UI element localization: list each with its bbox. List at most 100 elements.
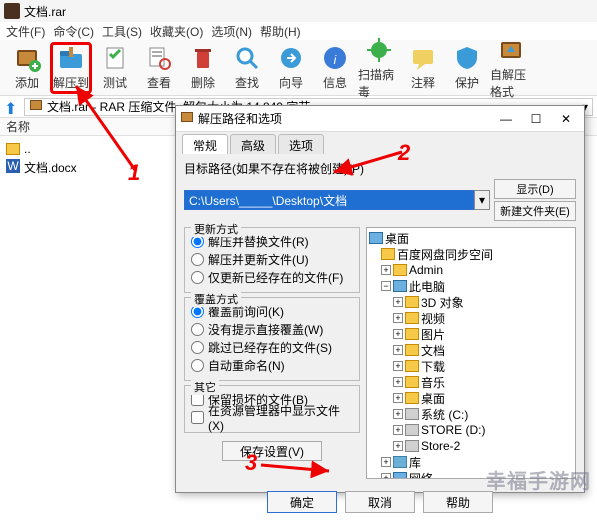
ok-button[interactable]: 确定 xyxy=(267,491,337,513)
expander-icon[interactable]: + xyxy=(393,377,403,387)
view-button[interactable]: 查看 xyxy=(138,42,180,94)
tree-desktop2: +桌面 xyxy=(369,390,573,406)
expander-icon[interactable]: + xyxy=(393,409,403,419)
tree-documents: +文档 xyxy=(369,342,573,358)
expander-icon[interactable]: + xyxy=(393,361,403,371)
documents-icon xyxy=(405,344,419,356)
target-path-input[interactable] xyxy=(184,190,474,210)
extract-to-button[interactable]: 解压到 xyxy=(50,42,92,94)
menu-tools[interactable]: 工具(S) xyxy=(102,23,142,40)
test-button[interactable]: 测试 xyxy=(94,42,136,94)
radio-freshen[interactable]: 仅更新已经存在的文件(F) xyxy=(191,268,353,286)
save-settings-button[interactable]: 保存设置(V) xyxy=(222,441,322,461)
expander-icon[interactable]: + xyxy=(393,297,403,307)
title-bar: 文档.rar xyxy=(0,0,597,22)
tree-3d: +3D 对象 xyxy=(369,294,573,310)
tab-advanced[interactable]: 高级 xyxy=(230,134,276,154)
file-name: 文档.docx xyxy=(24,159,77,176)
info-button[interactable]: i 信息 xyxy=(314,42,356,94)
tree-downloads: +下载 xyxy=(369,358,573,374)
dropdown-icon[interactable]: ▾ xyxy=(474,190,490,210)
info-icon: i xyxy=(321,44,349,72)
expander-icon[interactable]: + xyxy=(393,425,403,435)
cancel-button[interactable]: 取消 xyxy=(345,491,415,513)
delete-button[interactable]: 删除 xyxy=(182,42,224,94)
shield-icon xyxy=(453,44,481,72)
app-icon xyxy=(4,3,20,19)
expander-icon[interactable]: + xyxy=(393,441,403,451)
radio-rename[interactable]: 自动重命名(N) xyxy=(191,356,353,374)
radio-overwrite[interactable]: 没有提示直接覆盖(W) xyxy=(191,320,353,338)
protect-button[interactable]: 保护 xyxy=(446,42,488,94)
expander-icon[interactable]: + xyxy=(381,265,391,275)
drive-icon xyxy=(405,424,419,436)
col-name: 名称 xyxy=(6,118,30,135)
view-icon xyxy=(145,44,173,72)
tree-desktop: 桌面 xyxy=(369,230,573,246)
overwrite-mode-group: 覆盖方式 覆盖前询问(K) 没有提示直接覆盖(W) 跳过已经存在的文件(S) 自… xyxy=(184,297,360,381)
expander-icon[interactable]: + xyxy=(393,329,403,339)
expander-icon[interactable]: + xyxy=(393,393,403,403)
check-show-explorer[interactable]: 在资源管理器中显示文件(X) xyxy=(191,408,353,426)
docx-icon: W xyxy=(6,159,20,176)
folder-icon xyxy=(405,296,419,308)
dialog-title: 解压路径和选项 xyxy=(198,110,282,127)
folder-tree[interactable]: 桌面 百度网盘同步空间 +Admin −此电脑 +3D 对象 +视频 +图片 +… xyxy=(366,227,576,479)
radio-extract-update[interactable]: 解压并更新文件(U) xyxy=(191,250,353,268)
folder-icon xyxy=(381,248,395,260)
menu-help[interactable]: 帮助(H) xyxy=(260,23,301,40)
dialog-titlebar: 解压路径和选项 — ☐ ✕ xyxy=(176,106,584,132)
drive-icon xyxy=(405,440,419,452)
tree-music: +音乐 xyxy=(369,374,573,390)
archive-add-icon xyxy=(13,44,41,72)
help-button[interactable]: 帮助 xyxy=(423,491,493,513)
virus-scan-button[interactable]: 扫描病毒 xyxy=(358,42,400,94)
tree-admin: +Admin xyxy=(369,262,573,278)
svg-text:W: W xyxy=(7,159,19,173)
close-button[interactable]: ✕ xyxy=(552,109,580,129)
window-title: 文档.rar xyxy=(24,3,66,20)
add-button[interactable]: 添加 xyxy=(6,42,48,94)
update-mode-group: 更新方式 解压并替换文件(R) 解压并更新文件(U) 仅更新已经存在的文件(F) xyxy=(184,227,360,293)
maximize-button[interactable]: ☐ xyxy=(522,109,550,129)
tree-pictures: +图片 xyxy=(369,326,573,342)
menu-file[interactable]: 文件(F) xyxy=(6,23,45,40)
archive-icon xyxy=(29,98,43,115)
tab-general[interactable]: 常规 xyxy=(182,134,228,154)
comment-button[interactable]: 注释 xyxy=(402,42,444,94)
dialog-icon xyxy=(180,110,194,127)
tree-store2: +Store-2 xyxy=(369,438,573,454)
toolbar: 添加 解压到 测试 查看 删除 查找 向导 i 信息 xyxy=(0,40,597,96)
menu-favorites[interactable]: 收藏夹(O) xyxy=(150,23,203,40)
expander-icon[interactable]: + xyxy=(393,313,403,323)
expander-icon[interactable]: + xyxy=(381,473,391,479)
sfx-button[interactable]: 自解压格式 xyxy=(490,42,532,94)
test-icon xyxy=(101,44,129,72)
extract-dialog: 解压路径和选项 — ☐ ✕ 常规 高级 选项 目标路径(如果不存在将被创建)(P… xyxy=(175,105,585,493)
user-icon xyxy=(393,264,407,276)
display-button[interactable]: 显示(D) xyxy=(494,179,576,199)
pc-icon xyxy=(393,280,407,292)
tree-videos: +视频 xyxy=(369,310,573,326)
radio-skip[interactable]: 跳过已经存在的文件(S) xyxy=(191,338,353,356)
expander-icon[interactable]: + xyxy=(381,457,391,467)
up-icon[interactable]: ⬆ xyxy=(4,99,20,115)
videos-icon xyxy=(405,312,419,324)
new-folder-button[interactable]: 新建文件夹(E) xyxy=(494,201,576,221)
expander-icon[interactable]: + xyxy=(393,345,403,355)
menu-options[interactable]: 选项(N) xyxy=(211,23,252,40)
wizard-button[interactable]: 向导 xyxy=(270,42,312,94)
virus-icon xyxy=(365,36,393,64)
downloads-icon xyxy=(405,360,419,372)
target-path-label: 目标路径(如果不存在将被创建)(P) xyxy=(184,160,576,177)
tree-baidu: 百度网盘同步空间 xyxy=(369,246,573,262)
delete-icon xyxy=(189,44,217,72)
svg-text:i: i xyxy=(334,53,337,67)
minimize-button[interactable]: — xyxy=(492,109,520,129)
find-button[interactable]: 查找 xyxy=(226,42,268,94)
pictures-icon xyxy=(405,328,419,340)
menu-commands[interactable]: 命令(C) xyxy=(53,23,94,40)
expander-icon[interactable]: − xyxy=(381,281,391,291)
watermark: 幸福手游网 xyxy=(486,465,591,494)
tab-options[interactable]: 选项 xyxy=(278,134,324,154)
